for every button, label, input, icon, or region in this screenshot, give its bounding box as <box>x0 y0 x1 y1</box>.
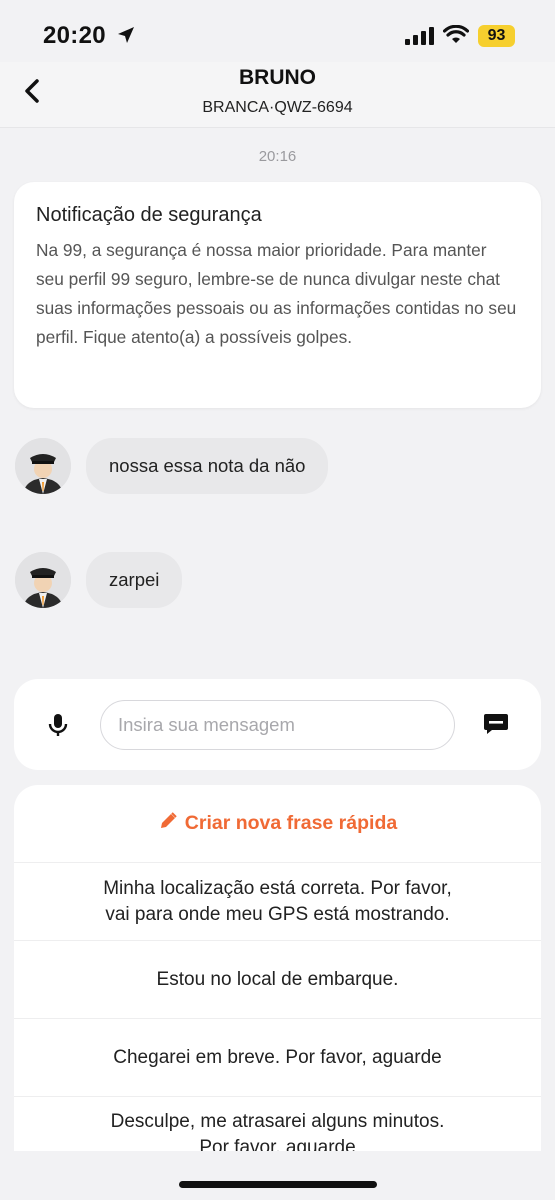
wifi-icon <box>442 24 470 50</box>
quick-phrase-item[interactable]: Minha localização está correta. Por favo… <box>14 863 541 941</box>
driver-avatar-icon <box>15 552 71 608</box>
message-input[interactable] <box>100 700 455 750</box>
safety-notice-card: Notificação de segurança Na 99, a segura… <box>14 182 541 408</box>
create-quick-phrase-label: Criar nova frase rápida <box>184 812 398 834</box>
location-arrow-icon <box>116 25 136 50</box>
safety-notice-body: Na 99, a segurança é nossa maior priorid… <box>36 240 517 347</box>
message-bubble: nossa essa nota da não <box>86 438 329 494</box>
home-indicator[interactable] <box>179 1181 377 1188</box>
message-row: nossa essa nota da não <box>15 438 329 494</box>
message-bubble: zarpei <box>86 552 183 608</box>
quick-phrase-item[interactable]: Chegarei em breve. Por favor, aguarde <box>14 1019 541 1097</box>
signal-icon <box>405 27 435 50</box>
safety-notice-title: Notificação de segurança <box>36 204 262 226</box>
quick-phrase-item[interactable]: Desculpe, me atrasarei alguns minutos. P… <box>14 1097 541 1151</box>
microphone-button[interactable] <box>45 712 71 738</box>
status-time: 20:20 <box>43 22 106 49</box>
message-composer <box>14 679 541 770</box>
create-quick-phrase-button[interactable]: Criar nova frase rápida <box>14 785 541 863</box>
quick-phrases-panel: Criar nova frase rápida Minha localizaçã… <box>14 785 541 1151</box>
status-bar: 20:20 93 <box>0 0 555 62</box>
quick-message-icon <box>483 714 509 740</box>
driver-name: BRUNO <box>239 66 316 89</box>
quick-phrase-item[interactable]: Estou no local de embarque. <box>14 941 541 1019</box>
car-info: BRANCA·QWZ-6694 <box>202 99 353 116</box>
battery-icon: 93 <box>478 25 515 47</box>
microphone-icon <box>45 714 71 742</box>
driver-avatar-icon <box>15 438 71 494</box>
pencil-icon <box>158 811 185 837</box>
message-row: zarpei <box>15 552 183 608</box>
chat-header: BRUNO BRANCA·QWZ-6694 <box>0 62 555 128</box>
chat-timestamp: 20:16 <box>258 148 297 165</box>
quick-message-button[interactable] <box>483 712 511 738</box>
